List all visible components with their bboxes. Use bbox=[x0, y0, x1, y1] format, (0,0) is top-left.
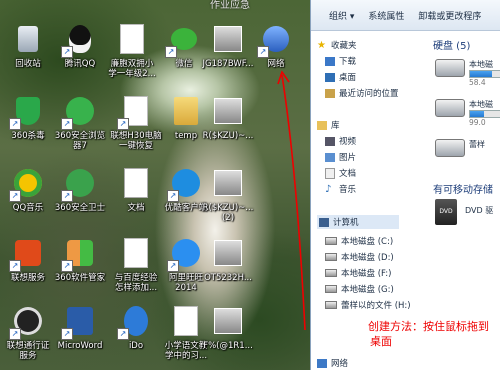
nav-drive-label: 蕾样以的文件 (H:) bbox=[341, 301, 411, 311]
system-properties-button[interactable]: 系统属性 bbox=[368, 9, 404, 22]
nav-music[interactable]: ♪ 音乐 bbox=[325, 183, 356, 195]
hard-drive-icon bbox=[325, 237, 337, 245]
computer-icon bbox=[319, 217, 329, 227]
disk-item[interactable]: 蕾样 bbox=[435, 139, 500, 157]
nav-favorites[interactable]: ★ 收藏夹 bbox=[317, 39, 357, 51]
dvd-drive-label: DVD 驱 bbox=[465, 206, 494, 215]
organize-button[interactable]: 组织 ▾ bbox=[329, 9, 354, 22]
desktop-folder-icon bbox=[325, 72, 335, 82]
explorer-window: 组织 ▾ 系统属性 卸载或更改程序 ★ 收藏夹 下载 桌面 最近访问的位置 库 … bbox=[310, 0, 500, 370]
documents-icon bbox=[325, 167, 335, 179]
nav-drive-label: 本地磁盘 (F:) bbox=[341, 269, 392, 279]
downloads-folder-icon bbox=[325, 56, 335, 66]
libraries-icon bbox=[317, 120, 327, 130]
hdd-group-header: 硬盘 (5) bbox=[433, 41, 471, 52]
star-icon: ★ bbox=[317, 39, 326, 51]
nav-network[interactable]: 网络 bbox=[317, 357, 348, 369]
nav-computer[interactable]: 计算机 bbox=[317, 215, 399, 229]
hard-drive-icon bbox=[325, 285, 337, 293]
nav-recent-places[interactable]: 最近访问的位置 bbox=[325, 87, 399, 99]
uninstall-programs-button[interactable]: 卸载或更改程序 bbox=[418, 9, 481, 22]
nav-drive-label: 本地磁盘 (C:) bbox=[341, 237, 394, 247]
hard-drive-icon bbox=[435, 139, 465, 157]
dvd-drive-item[interactable]: DVD DVD 驱 bbox=[435, 199, 500, 225]
nav-drive-item[interactable]: 本地磁盘 (F:) bbox=[325, 267, 391, 279]
nav-drive-label: 本地磁盘 (G:) bbox=[341, 285, 394, 295]
hard-drive-icon bbox=[325, 253, 337, 261]
nav-libraries[interactable]: 库 bbox=[317, 119, 340, 131]
nav-pictures[interactable]: 图片 bbox=[325, 151, 356, 163]
disk-usage-bar bbox=[469, 70, 500, 78]
disk-free-space: 99.0 bbox=[469, 118, 486, 127]
nav-drive-item[interactable]: 本地磁盘 (D:) bbox=[325, 251, 394, 263]
nav-documents[interactable]: 文档 bbox=[325, 167, 356, 179]
explorer-toolbar: 组织 ▾ 系统属性 卸载或更改程序 bbox=[311, 0, 500, 31]
recent-places-icon bbox=[325, 88, 335, 98]
nav-videos[interactable]: 视频 bbox=[325, 135, 356, 147]
nav-drive-label: 本地磁盘 (D:) bbox=[341, 253, 394, 263]
disk-name: 蕾样 bbox=[469, 140, 485, 149]
disk-usage-fill bbox=[470, 71, 492, 77]
desktop: 作业应急 回收站 ↗ 腾讯QQ 廉胞双拥小 学一年级2... ↗ 微信 JG187BWF..… bbox=[0, 0, 310, 370]
music-icon: ♪ bbox=[325, 183, 332, 195]
disk-usage-fill bbox=[470, 111, 484, 117]
pictures-icon bbox=[325, 152, 335, 162]
disk-item[interactable]: 本地磁 58.4 bbox=[435, 59, 500, 87]
videos-icon bbox=[325, 136, 335, 146]
nav-drive-item[interactable]: 本地磁盘 (G:) bbox=[325, 283, 394, 295]
hard-drive-icon bbox=[325, 269, 337, 277]
nav-drive-item[interactable]: 本地磁盘 (C:) bbox=[325, 235, 393, 247]
removable-group-header: 有可移动存储 bbox=[433, 185, 493, 196]
disk-name: 本地磁 bbox=[469, 100, 493, 109]
nav-drive-item[interactable]: 蕾样以的文件 (H:) bbox=[325, 299, 411, 311]
annotation-line-2: 桌面 bbox=[370, 335, 392, 348]
hard-drive-icon bbox=[435, 99, 465, 117]
disk-item[interactable]: 本地磁 99.0 bbox=[435, 99, 500, 127]
annotation-line-1: 创建方法：按住鼠标拖到 bbox=[368, 320, 489, 333]
network-icon bbox=[317, 358, 327, 368]
disk-usage-bar bbox=[469, 110, 500, 118]
dvd-drive-icon: DVD bbox=[435, 199, 457, 225]
nav-downloads[interactable]: 下载 bbox=[325, 55, 356, 67]
disk-name: 本地磁 bbox=[469, 60, 493, 69]
disk-free-space: 58.4 bbox=[469, 78, 486, 87]
hard-drive-icon bbox=[435, 59, 465, 77]
hard-drive-icon bbox=[325, 301, 337, 309]
red-arrow-annotation bbox=[277, 70, 306, 331]
nav-desktop[interactable]: 桌面 bbox=[325, 71, 356, 83]
